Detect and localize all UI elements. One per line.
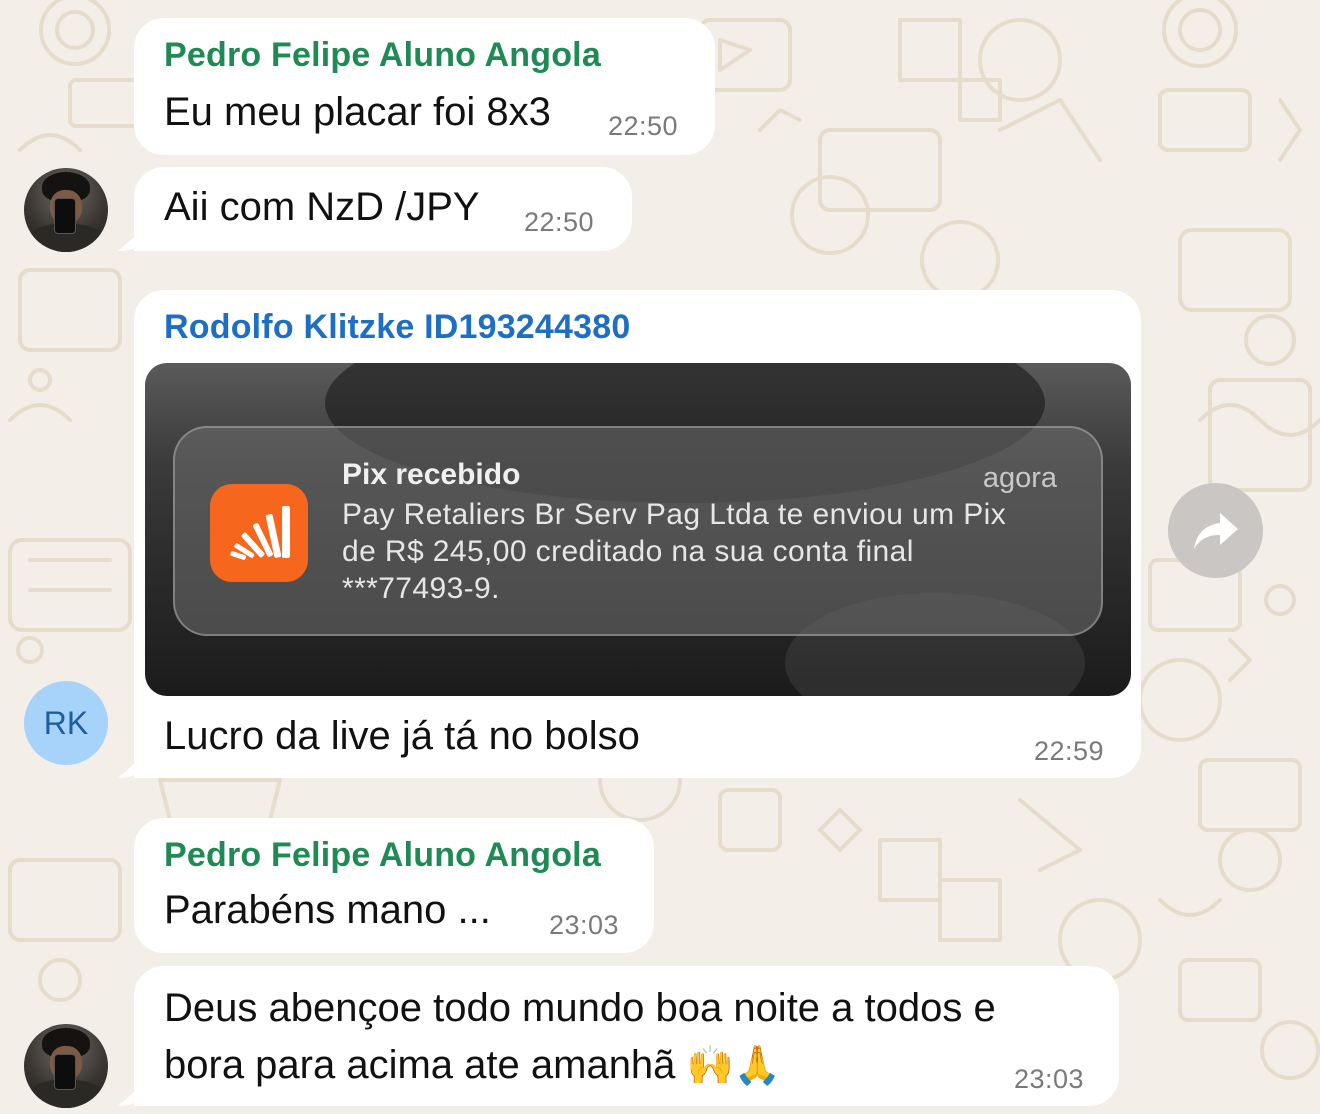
message-bubble[interactable]: Aii com NzD /JPY 22:50 [118,167,632,251]
notification-time: agora [982,462,1057,494]
message-bubble[interactable]: Deus abençoe todo mundo boa noite a todo… [118,966,1119,1106]
message-timestamp: 23:03 [1014,1064,1085,1094]
notification-title: Pix recebido [342,458,521,491]
pix-bank-icon [210,484,308,582]
notification-body: Pay Retaliers Br Serv Pag Ltda te enviou… [342,498,1007,605]
message-text-line-2: bora para acima ate amanhã 🙌🙏 [164,1037,781,1094]
sender-avatar-initials[interactable]: RK [24,681,108,765]
bubble-tail [118,1080,148,1106]
message-timestamp: 22:59 [1034,736,1105,766]
forward-button[interactable] [1168,483,1263,578]
message-text: Lucro da live já tá no bolso [164,714,640,758]
message-text-line-1: Deus abençoe todo mundo boa noite a todo… [164,986,996,1030]
forward-arrow-icon [1193,512,1238,549]
message-timestamp: 23:03 [549,910,620,940]
sender-name[interactable]: Rodolfo Klitzke ID193244380 [164,308,630,347]
praise-pray-emoji: 🙌🙏 [686,1043,782,1087]
bubble-tail [118,225,148,251]
message-bubble[interactable]: Pedro Felipe Aluno Angola Eu meu placar … [134,18,715,155]
message-timestamp: 22:50 [608,111,679,141]
message-bubble[interactable]: Pedro Felipe Aluno Angola Parabéns mano … [134,818,654,953]
sender-avatar[interactable] [24,168,108,252]
message-timestamp: 22:50 [524,207,595,237]
message-text-line-2-content: bora para acima ate amanhã [164,1043,676,1087]
sender-avatar[interactable] [24,1024,108,1108]
sender-name[interactable]: Pedro Felipe Aluno Angola [164,836,601,875]
sender-name[interactable]: Pedro Felipe Aluno Angola [164,36,601,75]
bubble-tail [118,752,148,778]
message-text: Eu meu placar foi 8x3 [164,90,551,134]
pix-notification-screenshot: Pix recebido agora Pay Retaliers Br Serv… [173,426,1103,636]
attached-image[interactable]: Pix recebido agora Pay Retaliers Br Serv… [145,363,1131,696]
message-text: Parabéns mano ... [164,888,491,932]
message-text: Aii com NzD /JPY [164,185,480,229]
